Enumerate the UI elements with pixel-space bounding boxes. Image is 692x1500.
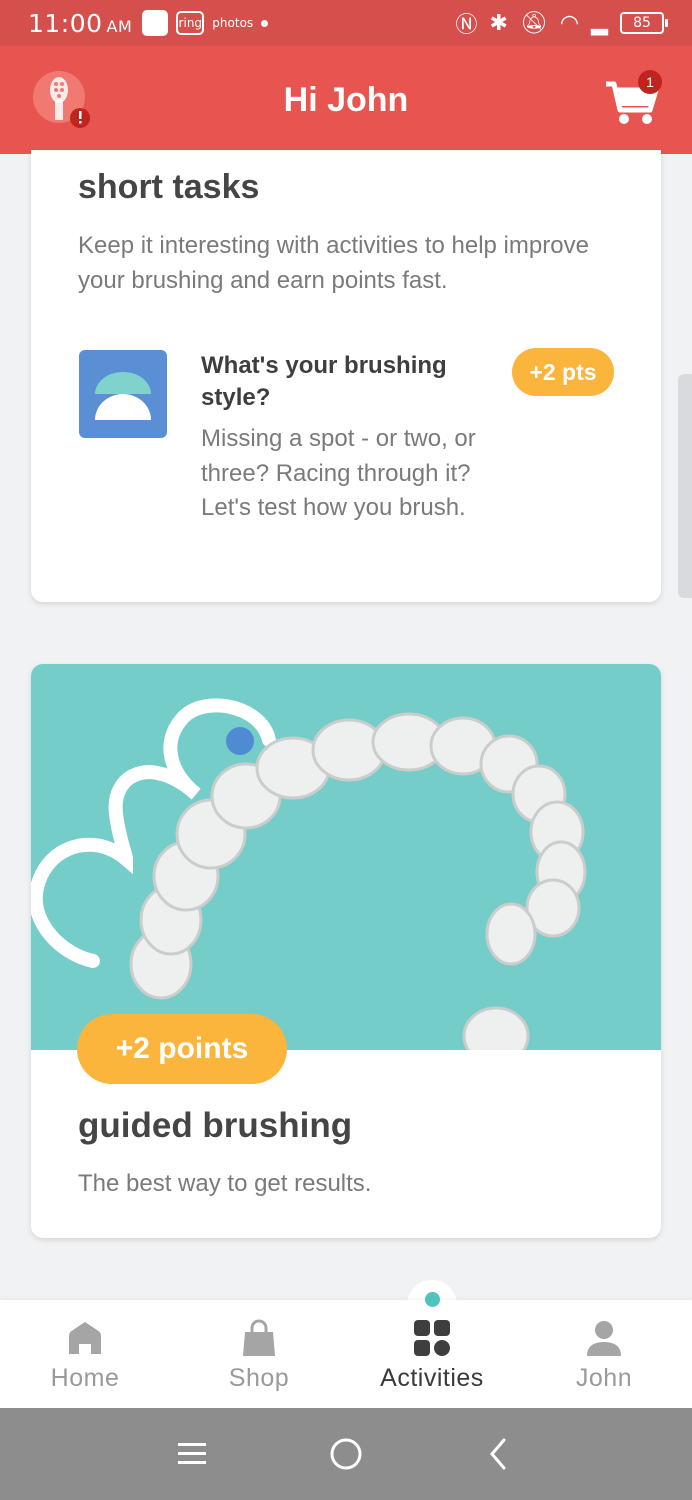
system-status-icons: Ⓝ ✱ 🔕︎ ◠ ▂ 85 [455,7,668,39]
activities-grid-icon [414,1320,450,1356]
signal-icon: ▂ [591,10,608,36]
more-notifications-dot-icon [261,19,269,27]
nav-label: Activities [380,1364,484,1392]
home-icon [69,1322,101,1354]
wifi-icon: ◠ [559,10,580,36]
activity-title: guided brushing [78,1106,353,1145]
task-points-badge: +2 pts [512,348,614,396]
status-time: 11:00 AM [28,8,133,38]
section-title: short tasks [78,168,260,206]
bluetooth-icon: ✱ [489,10,508,36]
task-description: Missing a spot - or two, or three? Racin… [201,425,476,521]
cart-button[interactable]: 1 [602,70,662,130]
back-icon[interactable] [486,1436,510,1472]
shopping-bag-icon [243,1319,275,1356]
app-notification-icon [142,10,169,36]
toothbrush-status-button[interactable] [32,70,90,128]
profile-icon [587,1321,621,1356]
ring-icon: ring [176,11,205,35]
active-tab-indicator [425,1292,440,1307]
guided-brushing-card[interactable]: +2 points guided brushing The best way t… [31,664,661,1238]
teeth-illustration [31,664,661,1050]
section-description: Keep it interesting with activities to h… [78,232,589,294]
system-navigation-bar [0,1408,692,1500]
short-tasks-card: short tasks Keep it interesting with act… [31,150,661,602]
nav-shop[interactable]: Shop [184,1300,334,1408]
brushing-style-icon[interactable] [79,350,167,438]
task-title[interactable]: What's your brushing style? [201,350,491,414]
nav-home[interactable]: Home [10,1300,160,1408]
nav-activities[interactable]: Activities [357,1300,507,1408]
nav-label: Home [50,1364,120,1392]
page-title: Hi John [283,80,409,119]
photos-icon: photos [212,16,254,30]
cart-count-badge: 1 [638,70,662,94]
mute-icon: 🔕︎ [519,10,548,36]
notification-icons: ring photos [142,10,269,36]
points-badge: +2 points [77,1014,287,1084]
battery-icon: 85 [620,12,668,34]
status-bar: 11:00 AM ring photos Ⓝ ✱ 🔕︎ ◠ ▂ 85 [0,0,692,46]
nav-label: John [575,1364,633,1392]
toothbrush-icon [33,71,90,128]
bottom-navigation: Home Shop Activities John [0,1300,692,1408]
nfc-icon: Ⓝ [455,13,478,38]
nav-profile[interactable]: John [529,1300,679,1408]
scrollbar[interactable] [678,374,692,598]
home-circle-icon[interactable] [328,1436,364,1472]
activity-description: The best way to get results. [78,1170,372,1197]
recent-apps-icon[interactable] [176,1440,208,1468]
nav-label: Shop [228,1364,290,1392]
app-header: Hi John 1 [0,46,692,154]
